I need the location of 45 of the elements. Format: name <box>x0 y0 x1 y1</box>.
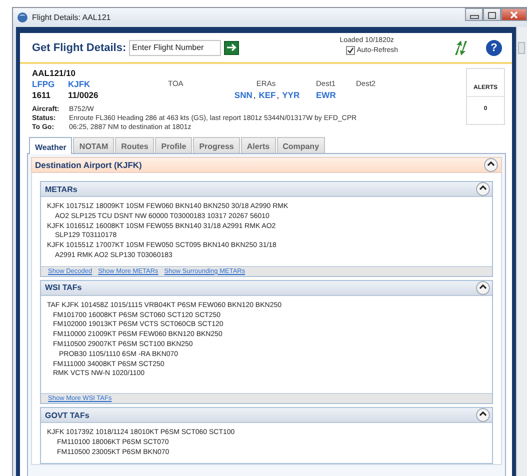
panel-header[interactable]: METARs <box>41 182 492 197</box>
minimize-button[interactable] <box>465 8 483 21</box>
close-button[interactable] <box>501 8 527 21</box>
maximize-button[interactable] <box>483 8 501 21</box>
panel-title: METARs <box>45 184 78 194</box>
collapse-icon[interactable] <box>476 280 490 295</box>
globe-icon <box>17 12 28 23</box>
separator-comma: , <box>276 90 280 100</box>
panel-title: WSI TAFs <box>45 283 82 292</box>
departure-time: 1611 <box>32 90 52 100</box>
close-icon[interactable] <box>510 10 518 18</box>
tab[interactable]: Profile <box>155 137 192 153</box>
flight-number-field[interactable]: Enter Flight Number <box>129 40 222 56</box>
alternate-airport-link[interactable]: KEF <box>258 90 276 100</box>
flight-id: AAL121/10 <box>32 68 76 78</box>
tab[interactable]: Company <box>276 137 326 153</box>
origin-airport-link[interactable]: LFPG <box>32 78 68 88</box>
refresh-icon[interactable] <box>452 40 470 56</box>
tab[interactable]: NOTAM <box>73 137 114 153</box>
collapse-icon[interactable] <box>476 408 490 422</box>
panel-header[interactable]: GOVT TAFs <box>41 408 492 424</box>
collapse-icon[interactable] <box>484 158 498 172</box>
alternate-airport-link[interactable]: YYR <box>282 90 300 100</box>
alternate-airport-link[interactable]: SNN <box>234 90 252 100</box>
separator-comma: , <box>253 90 256 100</box>
scrollbar[interactable] <box>516 27 527 476</box>
go-button[interactable] <box>224 40 240 54</box>
tab[interactable]: Weather <box>29 137 72 154</box>
get-flight-label: Get Flight Details: <box>32 42 126 54</box>
help-button[interactable]: ? <box>486 40 502 56</box>
destination-airport-link[interactable]: KJFK <box>68 78 168 88</box>
tab[interactable]: Alerts <box>240 137 276 153</box>
scrollbar-thumb[interactable] <box>518 42 525 54</box>
arrival-time: 11/0026 <box>68 90 100 100</box>
checkbox[interactable] <box>346 46 355 54</box>
panel-title: GOVT TAFs <box>45 410 90 420</box>
collapse-icon[interactable] <box>476 182 490 196</box>
arrow-icon <box>226 43 238 52</box>
dest1-airport-link[interactable]: EWR <box>316 90 356 100</box>
section-header[interactable]: Destination Airport (KJFK) <box>31 157 502 173</box>
panel-header[interactable]: WSI TAFs <box>41 280 492 296</box>
window-title: Flight Details: AAL121 <box>32 13 112 22</box>
section-title: Destination Airport (KJFK) <box>35 160 142 170</box>
tab[interactable]: Progress <box>193 137 240 153</box>
tab[interactable]: Routes <box>115 137 154 153</box>
